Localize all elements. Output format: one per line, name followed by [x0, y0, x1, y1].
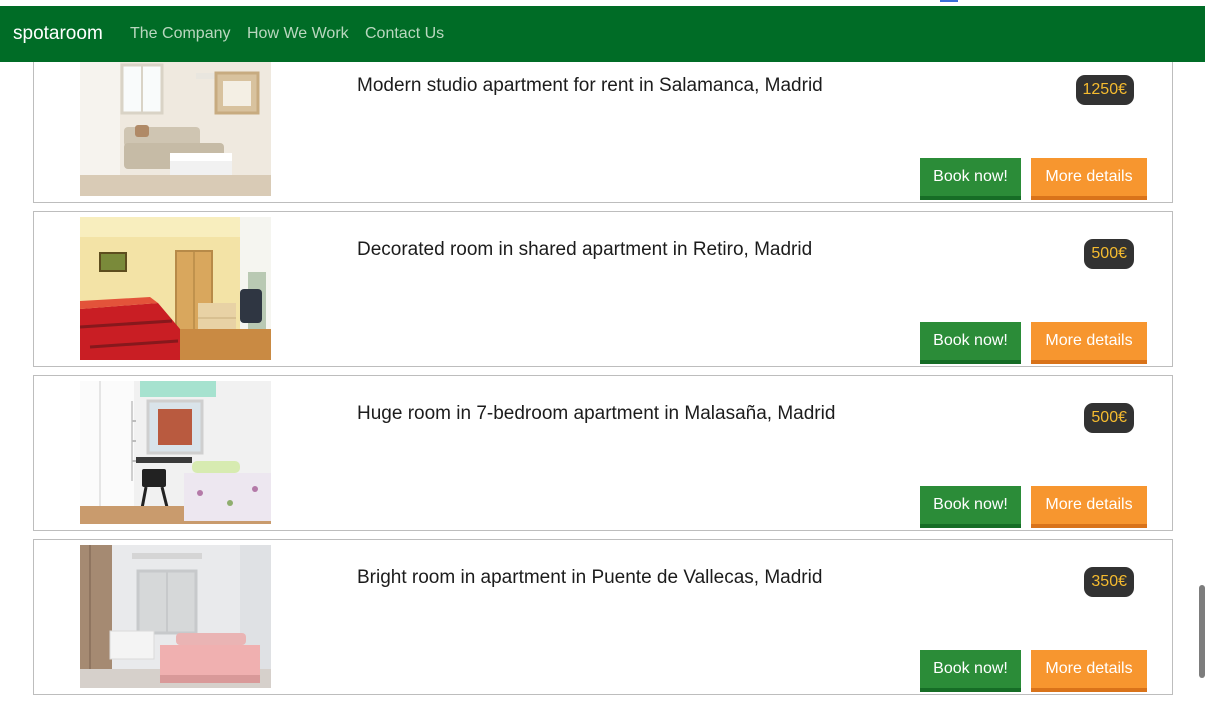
listing-card: Bright room in apartment in Puente de Va… [33, 539, 1173, 695]
listing-photo[interactable] [80, 381, 271, 524]
nav-link-how-we-work[interactable]: How We Work [247, 25, 349, 43]
price-badge: 1250€ [1075, 75, 1134, 105]
listing-photo[interactable] [80, 53, 271, 196]
more-details-button[interactable]: More details [1031, 650, 1147, 692]
nav-link-the-company[interactable]: The Company [130, 25, 231, 43]
price-badge: 500€ [1084, 239, 1134, 269]
listing-photo[interactable] [80, 545, 271, 688]
listing-list: Modern studio apartment for rent in Sala… [0, 0, 1205, 703]
listing-card: Decorated room in shared apartment in Re… [33, 211, 1173, 367]
more-details-button[interactable]: More details [1031, 158, 1147, 200]
scrollbar-thumb[interactable] [1199, 585, 1205, 678]
more-details-button[interactable]: More details [1031, 322, 1147, 364]
navbar: spotaroom The Company How We Work Contac… [0, 6, 1205, 62]
listing-title[interactable]: Decorated room in shared apartment in Re… [357, 239, 812, 261]
listing-title[interactable]: Huge room in 7-bedroom apartment in Mala… [357, 403, 835, 425]
more-details-button[interactable]: More details [1031, 486, 1147, 528]
listing-title[interactable]: Modern studio apartment for rent in Sala… [357, 75, 823, 97]
book-now-button[interactable]: Book now! [920, 158, 1021, 200]
price-badge: 500€ [1084, 403, 1134, 433]
nav-link-contact-us[interactable]: Contact Us [365, 25, 444, 43]
brand-logo[interactable]: spotaroom [13, 23, 103, 45]
listing-card: Huge room in 7-bedroom apartment in Mala… [33, 375, 1173, 531]
price-badge: 350€ [1084, 567, 1134, 597]
book-now-button[interactable]: Book now! [920, 650, 1021, 692]
book-now-button[interactable]: Book now! [920, 486, 1021, 528]
listing-card: Modern studio apartment for rent in Sala… [33, 47, 1173, 203]
book-now-button[interactable]: Book now! [920, 322, 1021, 364]
listing-photo[interactable] [80, 217, 271, 360]
listing-title[interactable]: Bright room in apartment in Puente de Va… [357, 567, 822, 589]
